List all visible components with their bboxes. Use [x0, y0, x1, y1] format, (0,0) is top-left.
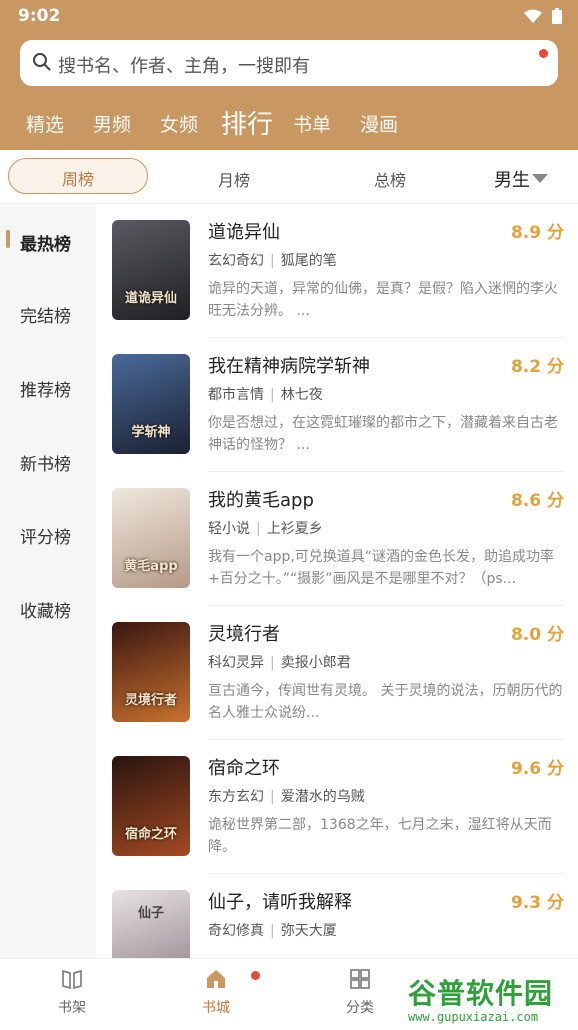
book-author: 弥天大厦 — [280, 923, 337, 939]
wifi-icon — [524, 9, 542, 23]
bookshelf-icon — [62, 969, 82, 990]
book-meta: 东方玄幻 | 爱潜水的乌贼 — [208, 789, 365, 805]
book-description: 我有一个app,可兑换道具“谜酒的金色长发，助追成功率+百分之十。”“摄影”画风… — [208, 549, 555, 587]
nav-label: 书架 — [58, 1000, 86, 1016]
nav-bookshelf[interactable]: 书架 — [32, 967, 112, 1017]
book-description: 诡异的天道，异常的仙佛，是真？是假？陷入迷惘的李火旺无法分辨。 ... — [208, 281, 558, 319]
side-item-completed[interactable]: 完结榜 — [20, 302, 71, 327]
nav-label: 书城 — [202, 1000, 230, 1016]
status-time: 9:02 — [18, 6, 61, 26]
book-item[interactable]: 宿命之环 宿命之环 9.6 分 东方玄幻 | 爱潜水的乌贼 诡秘世界第二部，1368… — [96, 740, 578, 874]
gender-selector[interactable]: 男生 — [494, 166, 530, 192]
tab-weekly-label: 周榜 — [61, 170, 94, 189]
book-title: 仙子，请听我解释 — [208, 892, 352, 913]
active-indicator — [6, 230, 10, 248]
watermark-url: www.gupuxiazai.com — [408, 1010, 539, 1024]
book-genre: 奇幻修真 — [208, 923, 264, 939]
book-cover: 黄毛app — [112, 488, 190, 588]
tab-featured[interactable]: 精选 — [26, 110, 64, 137]
book-item[interactable]: 仙子 仙子，请听我解释 9.3 分 奇幻修真 | 弥天大厦 — [96, 874, 578, 958]
nav-category[interactable]: 分类 — [320, 967, 400, 1017]
book-item[interactable]: 黄毛app 我的黄毛app 8.6 分 轻小说 | 上衫夏乡 我有一个app,可兑换… — [96, 472, 578, 606]
watermark-logo: 谷普软件园 www.gupuxiazai.com — [402, 970, 576, 1028]
book-author: 狐尾的笔 — [280, 253, 337, 269]
side-item-recommended[interactable]: 推荐榜 — [20, 376, 71, 401]
nav-notification-dot — [251, 971, 260, 980]
book-genre: 轻小说 — [208, 521, 250, 537]
tab-male[interactable]: 男频 — [93, 110, 131, 137]
book-author: 卖报小郎君 — [280, 655, 351, 671]
search-placeholder: 搜书名、作者、主角，一搜即有 — [58, 56, 310, 77]
book-score: 8.9 分 — [510, 223, 564, 243]
book-genre: 玄幻奇幻 — [208, 253, 264, 269]
side-item-hottest[interactable]: 最热榜 — [20, 230, 71, 255]
status-bar: 9:02 — [0, 0, 578, 32]
book-title: 宿命之环 — [208, 758, 280, 779]
book-cover: 道诡异仙 — [112, 220, 190, 320]
book-score: 8.2 分 — [510, 357, 564, 377]
nav-bookstore[interactable]: 书城 — [176, 967, 256, 1017]
book-cover: 宿命之环 — [112, 756, 190, 856]
book-cover: 仙子 — [112, 890, 190, 958]
period-tabs: 周榜 月榜 总榜 男生 — [0, 150, 578, 204]
tab-comics[interactable]: 漫画 — [360, 110, 398, 137]
book-description: 诡秘世界第二部，1368之年，七月之末，湿红将从天而降。 — [208, 817, 552, 855]
search-icon — [33, 53, 51, 71]
book-meta: 轻小说 | 上衫夏乡 — [208, 521, 323, 537]
book-score: 8.6 分 — [510, 491, 564, 511]
book-meta: 奇幻修真 | 弥天大厦 — [208, 923, 337, 939]
book-item[interactable]: 道诡异仙 道诡异仙 8.9 分 玄幻奇幻 | 狐尾的笔 诡异的天道，异常的仙佛，是真… — [96, 204, 578, 338]
book-title: 灵境行者 — [208, 624, 280, 645]
book-author: 爱潜水的乌贼 — [280, 789, 365, 805]
book-score: 9.3 分 — [510, 893, 564, 913]
app-header: 9:02 搜书名、作者、主角，一搜即有 精选 男频 女频 排行 书单 漫画 — [0, 0, 578, 150]
category-icon — [350, 969, 370, 989]
book-meta: 玄幻奇幻 | 狐尾的笔 — [208, 253, 337, 269]
home-icon — [207, 970, 225, 988]
tab-female[interactable]: 女频 — [160, 110, 198, 137]
tab-ranking[interactable]: 排行 — [221, 104, 273, 141]
book-genre: 东方玄幻 — [208, 789, 264, 805]
tab-total[interactable]: 总榜 — [374, 167, 406, 191]
nav-label: 分类 — [346, 1000, 374, 1016]
top-tabs: 精选 男频 女频 排行 书单 漫画 — [0, 100, 578, 144]
book-author: 林七夜 — [280, 387, 323, 403]
book-item[interactable]: 学斩神 我在精神病院学斩神 8.2 分 都市言情 | 林七夜 你是否想过，在这霓虹璀… — [96, 338, 578, 472]
book-item[interactable]: 灵境行者 灵境行者 8.0 分 科幻灵异 | 卖报小郎君 亘古通今，传闻世有灵境。 … — [96, 606, 578, 740]
book-meta: 都市言情 | 林七夜 — [208, 387, 323, 403]
tab-booklist[interactable]: 书单 — [293, 110, 331, 137]
book-description: 亘古通今，传闻世有灵境。 关于灵境的说法，历朝历代的名人雅士众说纷... — [208, 683, 563, 721]
side-item-favorites[interactable]: 收藏榜 — [20, 597, 71, 622]
watermark-title: 谷普软件园 — [408, 977, 554, 1010]
book-title: 我的黄毛app — [208, 490, 314, 511]
book-author: 上衫夏乡 — [266, 521, 323, 537]
book-genre: 科幻灵异 — [208, 655, 264, 671]
book-score: 8.0 分 — [510, 625, 564, 645]
tab-monthly[interactable]: 月榜 — [218, 167, 250, 191]
book-title: 道诡异仙 — [208, 222, 280, 243]
search-bar[interactable]: 搜书名、作者、主角，一搜即有 — [20, 40, 558, 86]
book-cover: 学斩神 — [112, 354, 190, 454]
book-genre: 都市言情 — [208, 387, 264, 403]
book-title: 我在精神病院学斩神 — [208, 356, 370, 377]
book-meta: 科幻灵异 | 卖报小郎君 — [208, 655, 351, 671]
battery-icon — [552, 8, 562, 24]
tab-weekly[interactable]: 周榜 — [8, 158, 148, 194]
chevron-down-icon[interactable] — [532, 174, 548, 183]
book-description: 你是否想过，在这霓虹璀璨的都市之下，潜藏着来自古老神话的怪物？ ... — [208, 415, 558, 453]
side-item-rating[interactable]: 评分榜 — [20, 523, 71, 548]
system-icons — [524, 8, 562, 24]
book-cover: 灵境行者 — [112, 622, 190, 722]
side-item-new[interactable]: 新书榜 — [20, 450, 71, 475]
ranking-side-menu: 最热榜 完结榜 推荐榜 新书榜 评分榜 收藏榜 — [0, 204, 96, 958]
book-score: 9.6 分 — [510, 759, 564, 779]
notification-dot — [539, 49, 548, 58]
